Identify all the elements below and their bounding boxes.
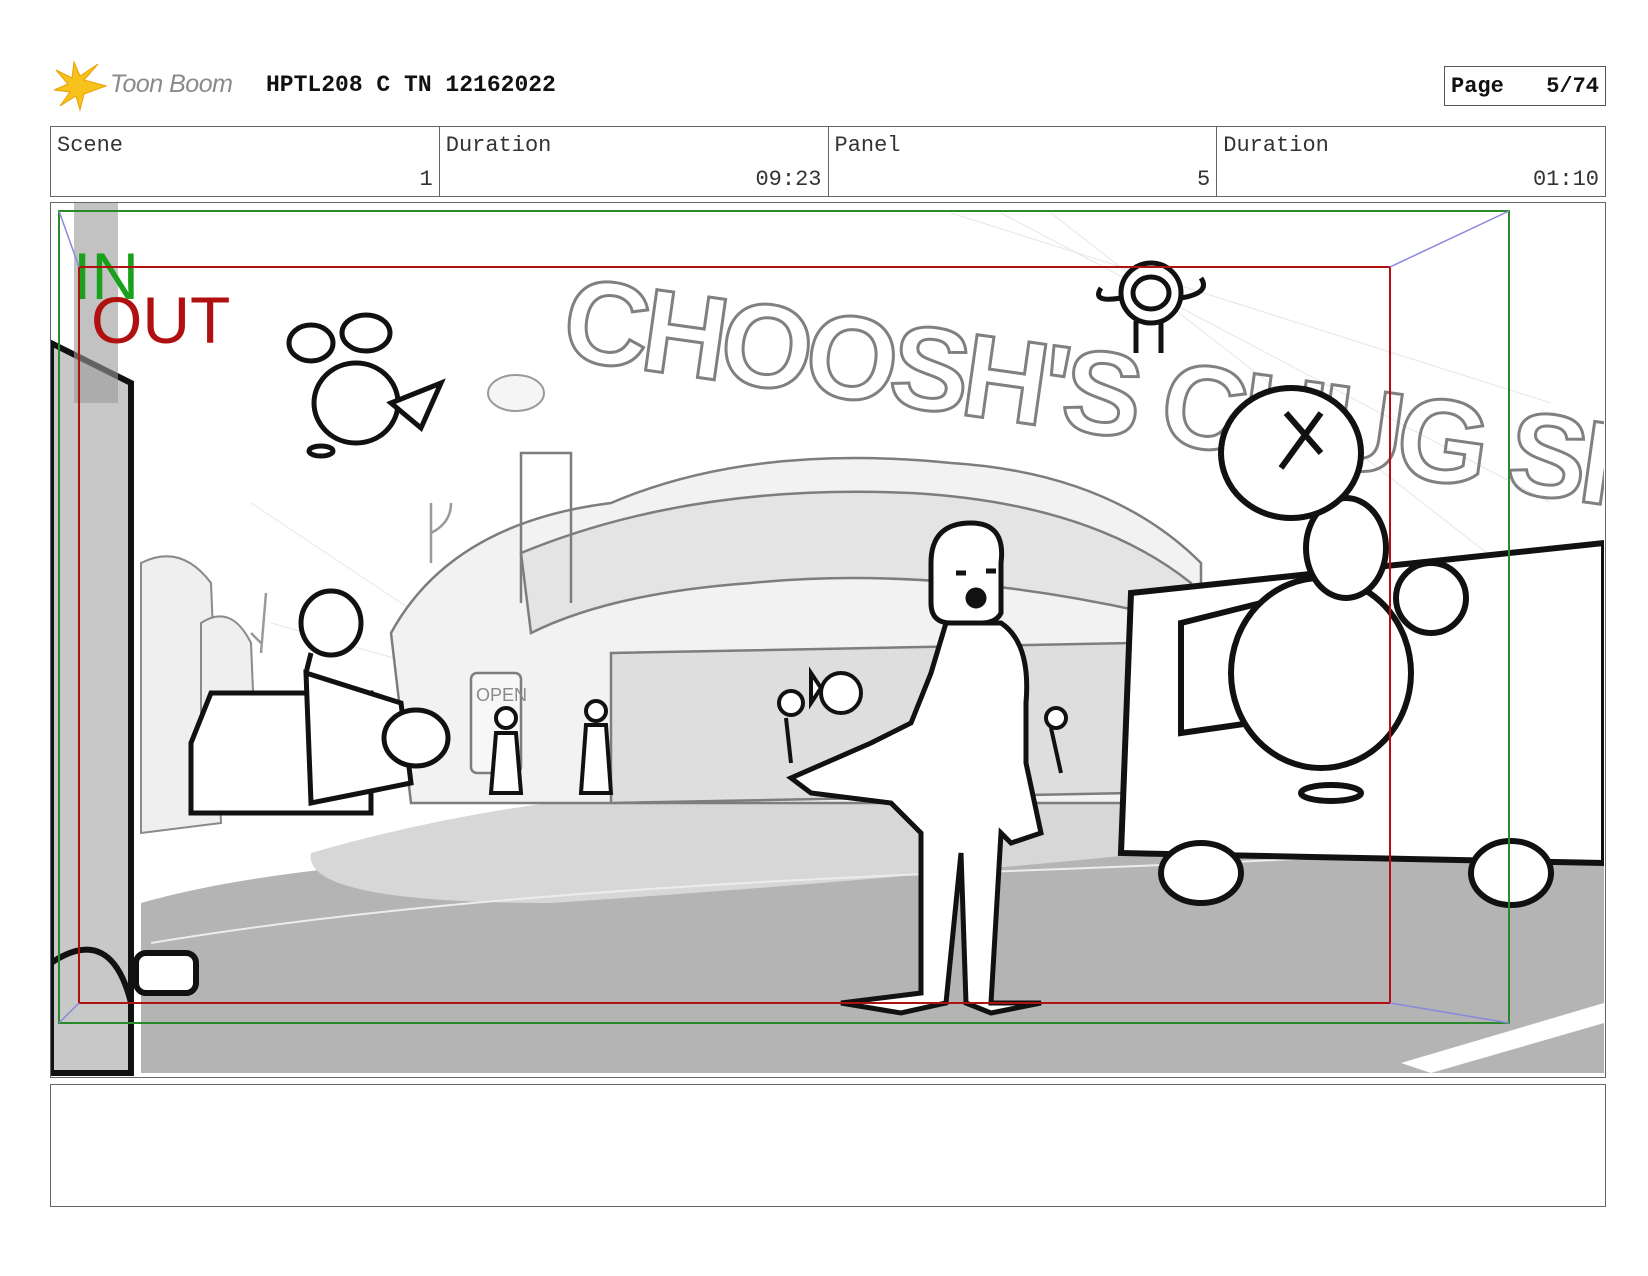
- scene-info-row: Scene 1 Duration 09:23 Panel 5 Duration …: [50, 126, 1606, 197]
- panel-duration-value: 01:10: [1532, 167, 1599, 192]
- scene-duration-cell: Duration 09:23: [440, 127, 829, 196]
- scene-value: 1: [419, 167, 433, 192]
- out-label: OUT: [91, 283, 230, 357]
- scene-cell: Scene 1: [51, 127, 440, 196]
- scene-duration-value: 09:23: [755, 167, 822, 192]
- panel-cell: Panel 5: [829, 127, 1218, 196]
- storyboard-panel: OPEN CHOOSH'S CHUG SHOP IN OUT: [50, 202, 1606, 1078]
- panel-notes: [50, 1084, 1606, 1207]
- scene-label: Scene: [57, 133, 124, 158]
- page-number: 5/74: [1546, 73, 1599, 99]
- page-header: Toon Boom HPTL208 C TN 12162022 Page 5/7…: [50, 58, 1606, 112]
- panel-value: 5: [1197, 167, 1211, 192]
- page-label: Page: [1451, 73, 1504, 99]
- panel-label: Panel: [834, 133, 901, 158]
- starburst-icon: [54, 60, 108, 112]
- logo-wordmark: Toon Boom: [110, 70, 233, 98]
- scene-duration-label: Duration: [445, 133, 552, 158]
- document-title: HPTL208 C TN 12162022: [266, 72, 556, 98]
- panel-drawing: OPEN CHOOSH'S CHUG SHOP IN OUT: [51, 203, 1604, 1076]
- toon-boom-logo: Toon Boom: [54, 60, 244, 112]
- open-sign: OPEN: [476, 685, 527, 705]
- panel-duration-cell: Duration 01:10: [1217, 127, 1605, 196]
- panel-duration-label: Duration: [1223, 133, 1329, 158]
- page-indicator: Page 5/74: [1444, 66, 1606, 106]
